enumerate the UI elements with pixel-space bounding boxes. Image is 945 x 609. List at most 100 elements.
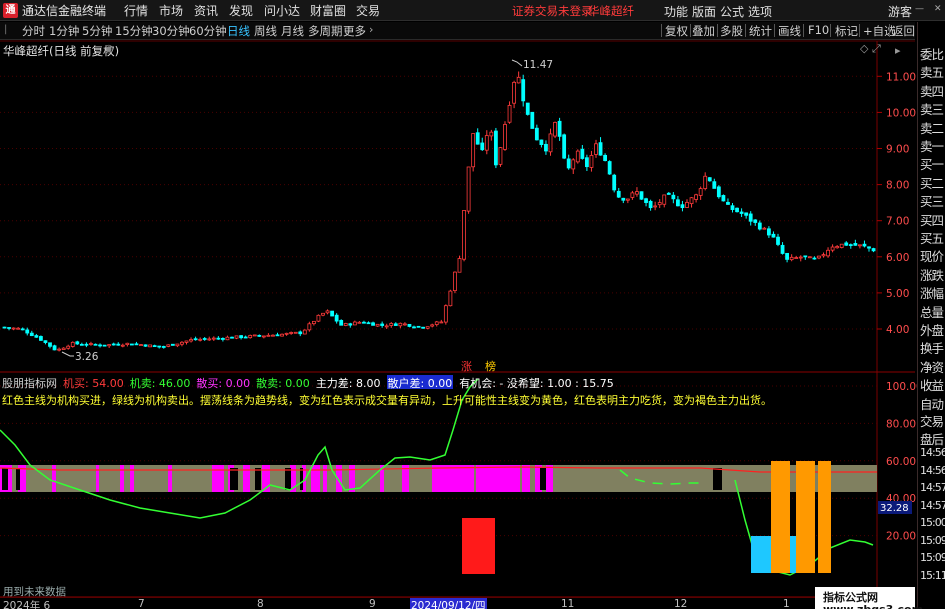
candle-body: [84, 343, 89, 346]
time-tick: 9: [369, 598, 376, 609]
candle-body: [785, 252, 789, 260]
candle-body: [311, 320, 316, 325]
time-tick: 11: [561, 598, 575, 609]
candle-body: [753, 219, 758, 223]
candle-body: [716, 186, 721, 198]
candle-body: [598, 142, 603, 156]
candle-body: [239, 335, 244, 339]
candle-body: [180, 341, 184, 345]
candle-body: [243, 336, 248, 339]
low-price-label: 3.26: [75, 351, 99, 363]
candle-body: [539, 139, 544, 146]
settings-dot-icon[interactable]: ◉: [104, 42, 114, 55]
time-tick: 1: [783, 598, 790, 609]
side-panel-item: 15:11: [920, 568, 945, 582]
buy-band-segment: [130, 465, 134, 492]
price-tick-label: 7.00: [886, 216, 909, 228]
candle-body: [425, 326, 430, 329]
collapse-icon[interactable]: ▸: [895, 44, 901, 57]
chart-title[interactable]: 华峰超纤(日线 前复权): [3, 43, 119, 59]
candle-body: [125, 342, 130, 345]
candle-body: [7, 327, 11, 329]
candle-body: [616, 190, 621, 198]
candle-body: [607, 161, 612, 175]
candle-body: [712, 181, 717, 189]
buy-band-segment: [522, 465, 530, 492]
candle-body: [676, 199, 680, 207]
candle-body: [730, 205, 735, 210]
candle-body: [52, 345, 57, 351]
candle-body: [585, 157, 589, 168]
candle-body: [348, 323, 353, 326]
candle-body: [248, 334, 253, 339]
candle-body: [748, 213, 753, 222]
candle-body: [457, 258, 462, 273]
quote-side-panel: 委比 卖五 卖四 卖三 卖二 卖一 买一 买二 买三 买四 买五 现价 涨跌 涨幅 总量 外盘 换手 净资 收益 自动…: [917, 22, 945, 609]
candle-body: [780, 244, 785, 254]
candle-body: [34, 335, 39, 338]
price-tick-label: 6.00: [886, 252, 909, 264]
candle-body: [384, 325, 389, 328]
candle-body: [662, 194, 667, 205]
candle-body: [698, 188, 703, 196]
candle-body: [484, 135, 489, 151]
candle-body: [66, 345, 71, 349]
candle-body: [653, 205, 658, 208]
hist-orange-2: [796, 461, 815, 573]
candle-body: [393, 323, 398, 326]
candle-body: [57, 348, 61, 351]
candle-body: [794, 257, 799, 259]
side-panel-item: 卖三: [920, 102, 944, 118]
side-panel-item: 涨幅: [920, 286, 944, 302]
candle-body: [271, 334, 275, 337]
candle-body: [93, 343, 98, 346]
candle-body: [817, 255, 821, 259]
band-gap: [230, 468, 238, 490]
candle-body: [143, 344, 148, 347]
value-box-text: 32.28: [880, 503, 909, 514]
candle-body: [430, 324, 435, 327]
time-cursor-label: 2024/09/12/四: [410, 598, 487, 609]
candle-body: [220, 338, 225, 340]
candle-body: [848, 244, 853, 246]
price-grid: [0, 75, 877, 330]
candle-body: [70, 341, 75, 347]
price-tick-label: 4.00: [886, 324, 909, 336]
candle-body: [548, 133, 553, 153]
candle-body: [757, 222, 762, 230]
candle-body: [416, 325, 421, 328]
indicator-description: 红色主线为机构买进，绿线为机构卖出。摆荡线条为趋势线，变为红色表示成交量有异动，…: [2, 394, 772, 407]
candle-body: [129, 343, 134, 346]
kline-chart[interactable]: 11.0010.009.008.007.006.005.004.00 100.0…: [0, 0, 945, 609]
candle-body: [812, 257, 817, 260]
side-panel-item: 14:56: [920, 463, 945, 477]
diamond-icon[interactable]: ◇: [860, 42, 868, 55]
expand-icon[interactable]: ⤢: [872, 42, 881, 56]
candle-body: [343, 323, 348, 326]
candle-body: [671, 194, 676, 200]
candle-body: [553, 121, 557, 137]
candle-body: [521, 79, 526, 102]
candle-body: [75, 341, 80, 345]
band-gap: [713, 468, 722, 490]
candle-body: [202, 338, 207, 340]
candle-body: [211, 337, 216, 340]
candle-body: [2, 326, 7, 329]
candle-body: [744, 212, 749, 216]
side-panel-item: 14:57: [920, 498, 945, 512]
candle-body: [721, 195, 726, 202]
candle-body: [594, 143, 598, 155]
indicator-tick-label: 60.00: [886, 456, 916, 468]
buy-band-segment: [52, 465, 56, 492]
candle-body: [398, 322, 403, 327]
candle-body: [767, 228, 771, 236]
buy-band-segment: [323, 465, 327, 492]
candle-body: [853, 243, 858, 246]
buy-band-segment: [546, 465, 553, 492]
candle-body: [161, 346, 166, 348]
candle-body: [20, 328, 25, 331]
side-panel-item: 14:57: [920, 481, 945, 495]
legend-item[interactable]: 股朋指标网: [2, 375, 57, 390]
candle-body: [170, 343, 175, 346]
time-tick: 2024年 6: [3, 600, 51, 609]
